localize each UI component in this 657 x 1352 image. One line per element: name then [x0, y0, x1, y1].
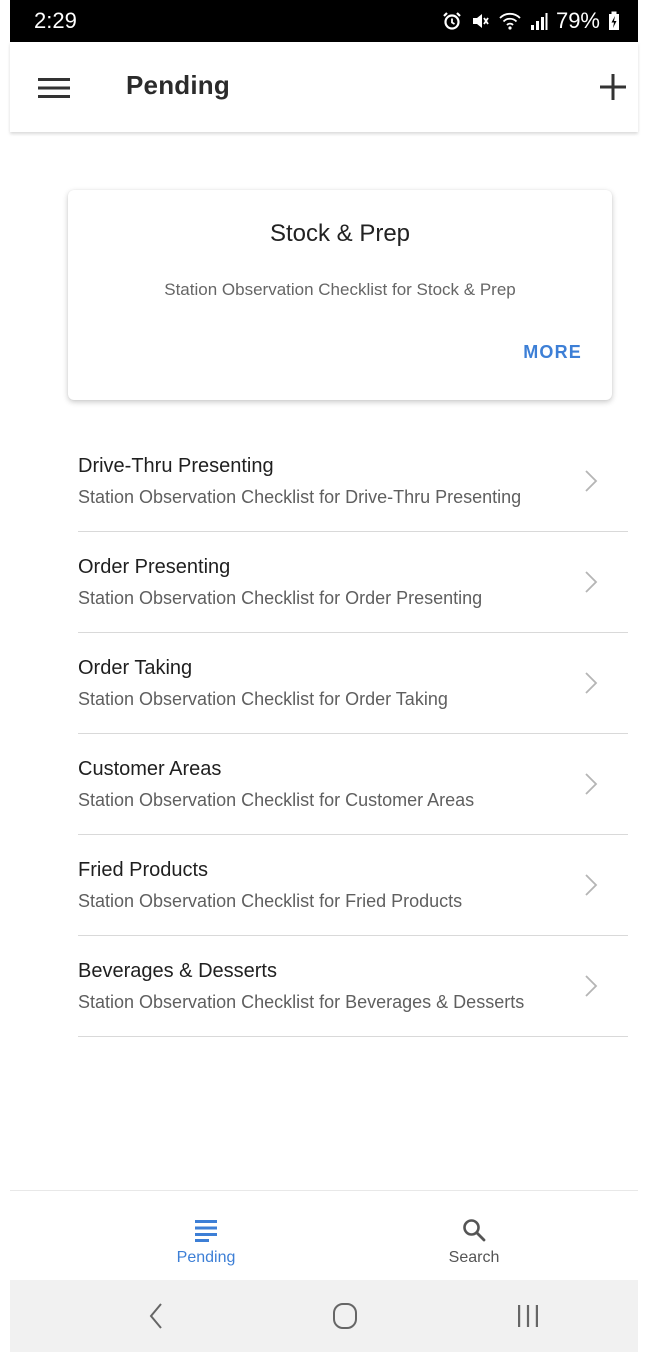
status-bar: 2:29 79%: [10, 0, 638, 42]
list-item-title: Order Taking: [78, 657, 193, 679]
back-icon[interactable]: [148, 1302, 164, 1330]
chevron-right-icon: [585, 470, 598, 492]
mute-icon: [470, 11, 490, 31]
featured-checklist-card[interactable]: Stock & Prep Station Observation Checkli…: [68, 190, 612, 400]
status-time: 2:29: [34, 8, 77, 33]
battery-percent: 79%: [555, 8, 600, 33]
nav-label-pending: Pending: [176, 1249, 236, 1266]
hamburger-menu-icon[interactable]: [38, 76, 70, 100]
status-indicators: 79%: [442, 8, 620, 34]
signal-icon: [530, 11, 548, 31]
list-item[interactable]: Beverages & Desserts Station Observation…: [78, 936, 628, 1037]
list-item-title: Beverages & Desserts: [78, 960, 277, 982]
alarm-icon: [442, 11, 462, 31]
card-subtitle: Station Observation Checklist for Stock …: [164, 280, 516, 299]
list-item[interactable]: Drive-Thru Presenting Station Observatio…: [78, 431, 628, 532]
bottom-navigation: Pending Search: [10, 1190, 638, 1280]
list-icon: [195, 1220, 217, 1242]
system-navigation-bar: [10, 1280, 638, 1352]
wifi-icon: [498, 11, 522, 31]
checklist-list: Drive-Thru Presenting Station Observatio…: [78, 431, 628, 1037]
list-item-subtitle: Station Observation Checklist for Order …: [78, 689, 448, 709]
nav-tab-pending[interactable]: Pending: [136, 1191, 276, 1281]
list-item-title: Fried Products: [78, 859, 209, 881]
plus-icon[interactable]: [596, 70, 630, 104]
chevron-right-icon: [585, 975, 598, 997]
list-item[interactable]: Fried Products Station Observation Check…: [78, 835, 628, 936]
list-item-subtitle: Station Observation Checklist for Order …: [78, 588, 483, 608]
chevron-right-icon: [585, 571, 598, 593]
list-item-title: Order Presenting: [78, 556, 231, 578]
app-screen: 2:29 79% Pending Stock & Prep Station Ob…: [0, 0, 657, 1352]
page-title: Pending: [126, 70, 230, 100]
search-icon: [463, 1219, 486, 1242]
recent-apps-icon[interactable]: [516, 1302, 540, 1330]
list-item-title: Customer Areas: [78, 758, 222, 780]
list-item-subtitle: Station Observation Checklist for Bevera…: [78, 992, 525, 1012]
list-item-subtitle: Station Observation Checklist for Drive-…: [78, 487, 522, 507]
more-button[interactable]: MORE: [523, 342, 582, 363]
list-item-subtitle: Station Observation Checklist for Fried …: [78, 891, 463, 911]
chevron-right-icon: [585, 672, 598, 694]
list-item-title: Drive-Thru Presenting: [78, 455, 274, 477]
battery-icon: [608, 11, 620, 31]
list-item[interactable]: Order Taking Station Observation Checkli…: [78, 633, 628, 734]
chevron-right-icon: [585, 874, 598, 896]
card-title: Stock & Prep: [269, 220, 411, 247]
nav-label-search: Search: [448, 1249, 500, 1266]
list-item[interactable]: Order Presenting Station Observation Che…: [78, 532, 628, 633]
list-item[interactable]: Customer Areas Station Observation Check…: [78, 734, 628, 835]
nav-tab-search[interactable]: Search: [404, 1191, 544, 1281]
chevron-right-icon: [585, 773, 598, 795]
app-bar: Pending: [10, 42, 638, 132]
home-icon[interactable]: [332, 1302, 358, 1330]
list-item-subtitle: Station Observation Checklist for Custom…: [78, 790, 475, 810]
